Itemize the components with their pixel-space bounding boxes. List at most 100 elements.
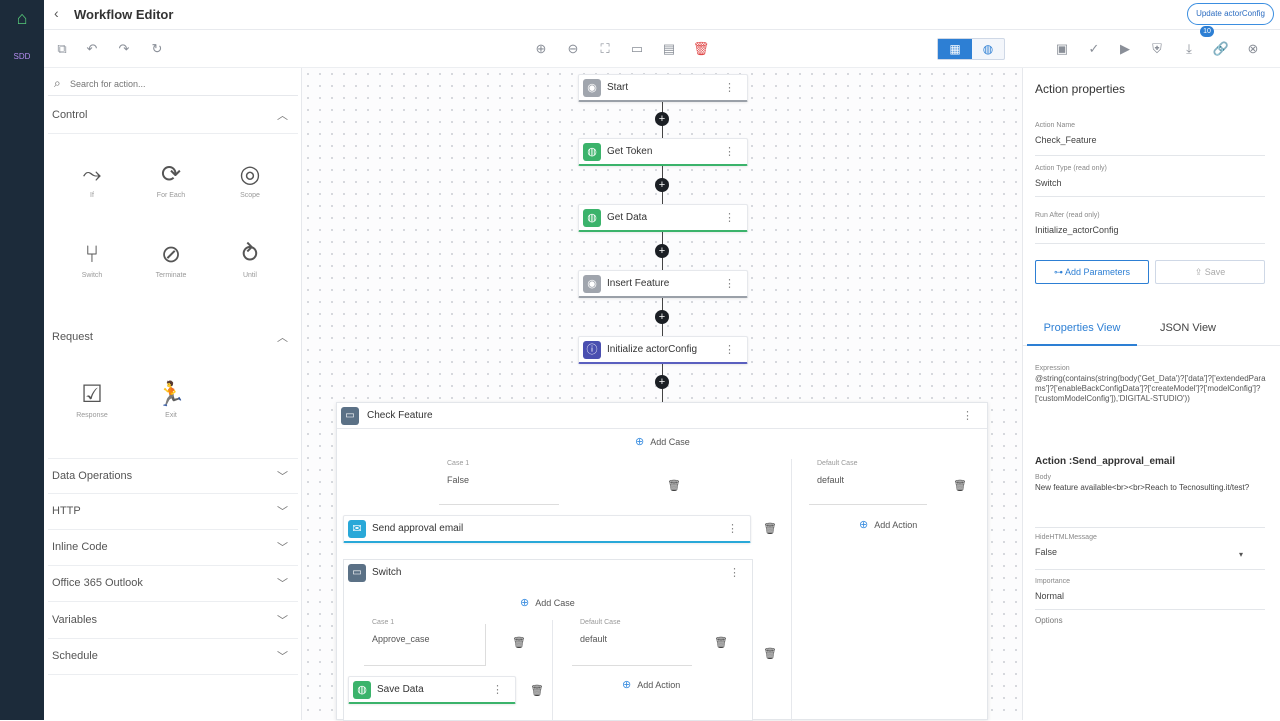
close-icon[interactable]: ⊗ xyxy=(1243,39,1263,59)
field-value[interactable]: False xyxy=(1035,547,1265,557)
inner-case1-field[interactable]: Case 1 Approve_case xyxy=(364,619,486,666)
tool-terminate[interactable]: ⊘ Terminate xyxy=(141,240,201,302)
node-insert-feature[interactable]: ◉ Insert Feature ⋮ xyxy=(578,270,748,298)
section-schedule[interactable]: Schedule ﹀ xyxy=(48,639,298,675)
inner-switch[interactable]: ▭ Switch ⋮ ⊕ Add Case Case 1 Approve_case… xyxy=(343,559,753,721)
node-menu-icon[interactable]: ⋮ xyxy=(724,145,735,158)
chevron-down-icon[interactable]: ﹀ xyxy=(277,575,288,591)
add-step-plus-icon[interactable]: + xyxy=(655,112,669,126)
tab-properties-view[interactable]: Properties View xyxy=(1027,314,1137,346)
switch-header[interactable]: ▭ Check Feature ⋮ xyxy=(337,403,987,429)
node-menu-icon[interactable]: ⋮ xyxy=(724,343,735,356)
delete-action-icon[interactable]: 🗑 xyxy=(763,647,777,660)
node-send-approval-email[interactable]: ✉ Send approval email ⋮ xyxy=(343,515,751,543)
section-control[interactable]: Control ︿ xyxy=(48,98,298,134)
add-action-link[interactable]: ⊕ Add Action xyxy=(859,518,917,531)
redo-icon[interactable]: ↷ xyxy=(114,39,134,59)
chevron-down-icon[interactable]: ﹀ xyxy=(277,503,288,519)
tool-response[interactable]: ☑ Response xyxy=(62,380,122,442)
node-menu-icon[interactable]: ⋮ xyxy=(492,683,503,696)
node-get-data[interactable]: ◍ Get Data ⋮ xyxy=(578,204,748,232)
node-get-token[interactable]: ◍ Get Token ⋮ xyxy=(578,138,748,166)
chevron-down-icon[interactable]: ﹀ xyxy=(277,468,288,484)
delete-icon[interactable]: 🗑 xyxy=(691,39,711,59)
default-case-field[interactable]: Default Case default xyxy=(809,460,927,505)
node-initialize-actorconfig[interactable]: ⓘ Initialize actorConfig ⋮ xyxy=(578,336,748,364)
expression-block[interactable]: Expression @string(contains(string(body(… xyxy=(1035,364,1267,404)
node-menu-icon[interactable]: ⋮ xyxy=(729,566,740,579)
chevron-up-icon[interactable]: ︿ xyxy=(277,329,288,345)
chevron-down-icon[interactable]: ﹀ xyxy=(277,648,288,664)
case1-field[interactable]: Case 1 False xyxy=(439,460,559,505)
section-office365[interactable]: Office 365 Outlook ﹀ xyxy=(48,566,298,602)
field-value[interactable]: New feature available<br><br>Reach to Te… xyxy=(1035,483,1265,493)
hidehtml-field[interactable]: HideHTMLMessage False ▾ xyxy=(1035,534,1265,570)
chevron-up-icon[interactable]: ︿ xyxy=(277,107,288,123)
fit-screen-icon[interactable]: ⛶ xyxy=(595,39,615,59)
inner-default-case-field[interactable]: Default Case default xyxy=(572,619,692,666)
node-menu-icon[interactable]: ⋮ xyxy=(962,409,973,422)
node-start[interactable]: ◉ Start ⋮ xyxy=(578,74,748,102)
zoom-in-icon[interactable]: ⊕ xyxy=(531,39,551,59)
add-step-plus-icon[interactable]: + xyxy=(655,375,669,389)
expression-value[interactable]: @string(contains(string(body('Get_Data')… xyxy=(1035,374,1267,404)
delete-action-icon[interactable]: 🗑 xyxy=(763,522,777,535)
layout-icon[interactable]: ▤ xyxy=(659,39,679,59)
tool-exit[interactable]: 🏃 Exit xyxy=(141,380,201,442)
section-http[interactable]: HTTP ﹀ xyxy=(48,494,298,530)
add-step-plus-icon[interactable]: + xyxy=(655,310,669,324)
comment-icon[interactable]: ▭ xyxy=(627,39,647,59)
node-save-data[interactable]: ◍ Save Data ⋮ xyxy=(348,676,516,704)
save-button[interactable]: ⇪ Save xyxy=(1155,260,1265,284)
section-data-operations[interactable]: Data Operations ﹀ xyxy=(48,458,298,494)
code-view-icon[interactable]: ◍ xyxy=(972,39,1004,59)
add-step-plus-icon[interactable]: + xyxy=(655,178,669,192)
undo-icon[interactable]: ↶ xyxy=(82,39,102,59)
add-parameters-button[interactable]: ⊶ Add Parameters xyxy=(1035,260,1149,284)
section-variables[interactable]: Variables ﹀ xyxy=(48,603,298,639)
view-toggle[interactable]: ▦ ◍ xyxy=(937,38,1005,60)
refresh-icon[interactable]: ↻ xyxy=(147,39,167,59)
field-value[interactable]: Check_Feature xyxy=(1035,135,1265,145)
tool-for-each[interactable]: ⟳ For Each xyxy=(141,160,201,222)
node-menu-icon[interactable]: ⋮ xyxy=(727,522,738,535)
section-request[interactable]: Request ︿ xyxy=(48,320,298,356)
workflow-canvas[interactable]: ◉ Start ⋮ + ◍ Get Token ⋮ + ◍ Get Data ⋮… xyxy=(302,68,1022,721)
action-name-field[interactable]: Action Name Check_Feature xyxy=(1035,122,1265,156)
home-icon[interactable]: ⌂ xyxy=(10,6,34,30)
chevron-down-icon[interactable]: ﹀ xyxy=(277,612,288,628)
delete-action-icon[interactable]: 🗑 xyxy=(530,684,544,697)
tool-switch[interactable]: ⑂ Switch xyxy=(62,240,122,302)
tab-json-view[interactable]: JSON View xyxy=(1133,314,1243,346)
dropdown-arrow-icon[interactable]: ▾ xyxy=(1239,550,1243,559)
add-case-link[interactable]: ⊕ Add Case xyxy=(635,435,690,448)
zoom-out-icon[interactable]: ⊖ xyxy=(563,39,583,59)
switch-check-feature[interactable]: ▭ Check Feature ⋮ ⊕ Add Case Case 1 False… xyxy=(336,402,988,721)
add-case-link[interactable]: ⊕ Add Case xyxy=(520,596,575,609)
validate-icon[interactable]: ✓ xyxy=(1084,39,1104,59)
importance-field[interactable]: Importance Normal xyxy=(1035,578,1265,610)
delete-case-icon[interactable]: 🗑 xyxy=(714,636,728,649)
app-tag[interactable]: SDD xyxy=(8,52,36,61)
add-action-link[interactable]: ⊕ Add Action xyxy=(622,678,680,691)
inner-switch-header[interactable]: ▭ Switch ⋮ xyxy=(344,560,752,586)
section-inline-code[interactable]: Inline Code ﹀ xyxy=(48,530,298,566)
node-menu-icon[interactable]: ⋮ xyxy=(724,277,735,290)
link-icon[interactable]: 🔗 xyxy=(1211,39,1231,59)
shield-icon[interactable]: ⛨ xyxy=(1147,39,1167,59)
add-step-plus-icon[interactable]: + xyxy=(655,244,669,258)
back-arrow-icon[interactable]: ‹ xyxy=(54,5,59,21)
run-icon[interactable]: ▶ xyxy=(1115,39,1135,59)
node-menu-icon[interactable]: ⋮ xyxy=(724,211,735,224)
delete-case-icon[interactable]: 🗑 xyxy=(667,479,681,492)
node-menu-icon[interactable]: ⋮ xyxy=(724,81,735,94)
search-input[interactable] xyxy=(70,76,290,92)
chevron-down-icon[interactable]: ﹀ xyxy=(277,539,288,555)
tool-until[interactable]: ⥁ Until xyxy=(220,240,280,302)
designer-view-icon[interactable]: ▦ xyxy=(938,39,972,59)
search-box[interactable]: ⌕ xyxy=(48,72,298,96)
save-icon[interactable]: ▣ xyxy=(1052,39,1072,59)
update-actorconfig-button[interactable]: Update actorConfig xyxy=(1187,3,1274,25)
field-value[interactable]: Normal xyxy=(1035,591,1265,601)
copy-icon[interactable]: ⧉ xyxy=(52,39,72,59)
